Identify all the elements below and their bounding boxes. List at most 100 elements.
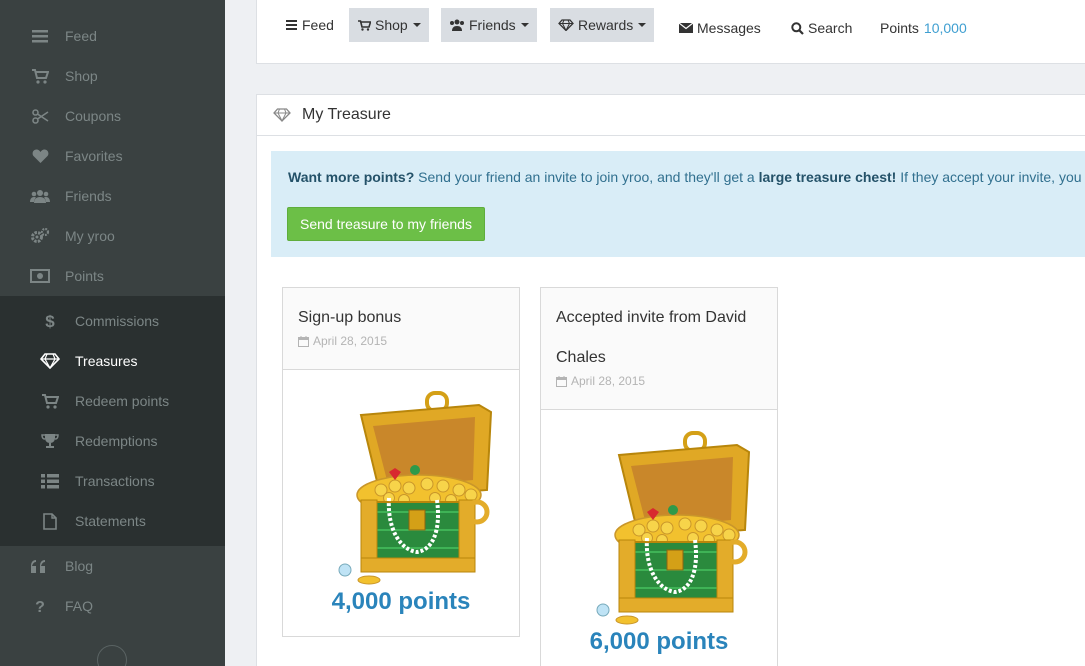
cart-icon xyxy=(40,391,60,411)
nav-messages[interactable]: Messages xyxy=(679,11,761,45)
card-date: April 28, 2015 xyxy=(556,374,762,388)
top-navbar: Feed Shop Friends Rewards Messages Searc… xyxy=(256,0,1085,64)
users-icon xyxy=(30,186,50,206)
treasure-card: Sign-up bonus April 28, 2015 4,000 point… xyxy=(282,287,520,637)
treasure-chest-image xyxy=(596,431,751,625)
card-body: 4,000 points xyxy=(283,370,519,636)
sidebar-item-label: Statements xyxy=(75,513,146,529)
alert-text-2: If they accept your invite, you xyxy=(896,169,1082,185)
sidebar-item-label: Shop xyxy=(65,68,98,84)
card-title: Accepted invite from David Chales xyxy=(556,309,747,366)
sidebar-item-label: Blog xyxy=(65,558,94,574)
envelope-icon xyxy=(679,21,693,35)
sidebar-item-coupons[interactable]: Coupons xyxy=(0,96,225,136)
nav-points-label: Points xyxy=(880,20,919,36)
sidebar-item-label: Treasures xyxy=(75,353,138,369)
sidebar-item-label: Redemptions xyxy=(75,433,158,449)
sidebar-item-label: Points xyxy=(65,268,104,284)
list-icon xyxy=(40,471,60,491)
cart-icon xyxy=(30,66,50,86)
collapse-toggle-button[interactable] xyxy=(97,645,127,666)
sidebar-item-treasures[interactable]: Treasures xyxy=(0,341,225,381)
diamond-icon xyxy=(40,351,60,371)
diamond-icon xyxy=(273,106,291,124)
nav-feed-label: Feed xyxy=(302,17,334,33)
nav-friends-label: Friends xyxy=(469,17,516,33)
sidebar-item-label: Favorites xyxy=(65,148,123,164)
calendar-icon xyxy=(298,335,309,347)
points-submenu: $ Commissions Treasures Redeem points Re… xyxy=(0,296,225,546)
card-header: Accepted invite from David Chales April … xyxy=(541,288,777,410)
nav-shop-label: Shop xyxy=(375,17,408,33)
card-title: Sign-up bonus xyxy=(298,309,402,326)
bars-icon xyxy=(284,18,298,32)
nav-rewards-label: Rewards xyxy=(578,17,634,33)
sidebar-item-favorites[interactable]: Favorites xyxy=(0,136,225,176)
sidebar-item-redemptions[interactable]: Redemptions xyxy=(0,421,225,461)
panel-header: My Treasure xyxy=(257,95,1085,136)
sidebar-item-label: Redeem points xyxy=(75,393,170,409)
sidebar-item-commissions[interactable]: $ Commissions xyxy=(0,301,225,341)
nav-shop-dropdown[interactable]: Shop xyxy=(349,8,429,42)
sidebar-item-faq[interactable]: ? FAQ xyxy=(0,586,225,626)
chevron-down-icon xyxy=(638,23,647,27)
alert-message: Want more points? Send your friend an in… xyxy=(288,169,1082,185)
sidebar-item-label: Coupons xyxy=(65,108,122,124)
trophy-icon xyxy=(40,431,60,451)
sidebar-item-friends[interactable]: Friends xyxy=(0,176,225,216)
card-header: Sign-up bonus April 28, 2015 xyxy=(283,288,519,370)
dollar-icon: $ xyxy=(40,311,60,331)
nav-friends-dropdown[interactable]: Friends xyxy=(441,8,537,42)
sidebar-item-label: Transactions xyxy=(75,473,155,489)
sidebar-item-label: Feed xyxy=(65,28,97,44)
calendar-icon xyxy=(556,375,567,387)
search-icon xyxy=(790,21,804,35)
bars-icon xyxy=(30,26,50,46)
scissors-icon xyxy=(30,106,50,126)
sidebar-item-label: Commissions xyxy=(75,313,160,329)
diamond-icon xyxy=(558,18,574,32)
page-title: My Treasure xyxy=(302,106,391,123)
sidebar-item-redeem-points[interactable]: Redeem points xyxy=(0,381,225,421)
users-icon xyxy=(449,18,465,32)
points-balance: 10,000 xyxy=(923,20,967,36)
send-treasure-button[interactable]: Send treasure to my friends xyxy=(287,207,485,241)
nav-points[interactable]: Points 10,000 xyxy=(880,11,967,45)
sidebar-item-blog[interactable]: Blog xyxy=(0,546,225,586)
sidebar-item-statements[interactable]: Statements xyxy=(0,501,225,541)
cart-icon xyxy=(357,18,371,32)
card-points: 4,000 points xyxy=(331,588,471,615)
svg-text:$: $ xyxy=(45,312,55,330)
quote-icon xyxy=(30,556,50,576)
chevron-down-icon xyxy=(520,23,529,27)
sidebar-item-transactions[interactable]: Transactions xyxy=(0,461,225,501)
sidebar-item-feed[interactable]: Feed xyxy=(0,16,225,56)
sidebar-item-points[interactable]: Points xyxy=(0,256,225,296)
heart-icon xyxy=(30,146,50,166)
chevron-down-icon xyxy=(412,23,421,27)
card-points: 6,000 points xyxy=(589,628,729,655)
alert-bold: large treasure chest! xyxy=(758,169,897,185)
sidebar-item-label: FAQ xyxy=(65,598,94,614)
sidebar-item-my-yroo[interactable]: My yroo xyxy=(0,216,225,256)
nav-search[interactable]: Search xyxy=(790,11,852,45)
question-icon: ? xyxy=(30,596,50,616)
treasure-panel: My Treasure Want more points? Send your … xyxy=(256,94,1085,666)
card-date-text: April 28, 2015 xyxy=(571,374,646,388)
file-icon xyxy=(40,511,60,531)
nav-messages-label: Messages xyxy=(697,20,761,36)
sidebar-item-label: Friends xyxy=(65,188,112,204)
nav-rewards-dropdown[interactable]: Rewards xyxy=(550,8,655,42)
sidebar-item-label: My yroo xyxy=(65,228,115,244)
gears-icon xyxy=(30,226,50,246)
nav-feed[interactable]: Feed xyxy=(284,8,334,42)
card-body: 6,000 points xyxy=(541,410,777,666)
treasure-chest-image xyxy=(338,391,493,585)
alert-text-1: Send your friend an invite to join yroo,… xyxy=(414,169,759,185)
money-icon xyxy=(30,266,50,286)
sidebar-item-shop[interactable]: Shop xyxy=(0,56,225,96)
invite-alert: Want more points? Send your friend an in… xyxy=(271,151,1085,257)
sidebar: Feed Shop Coupons Favorites Friends My y… xyxy=(0,0,225,666)
svg-text:?: ? xyxy=(35,599,45,614)
nav-search-label: Search xyxy=(808,20,853,36)
